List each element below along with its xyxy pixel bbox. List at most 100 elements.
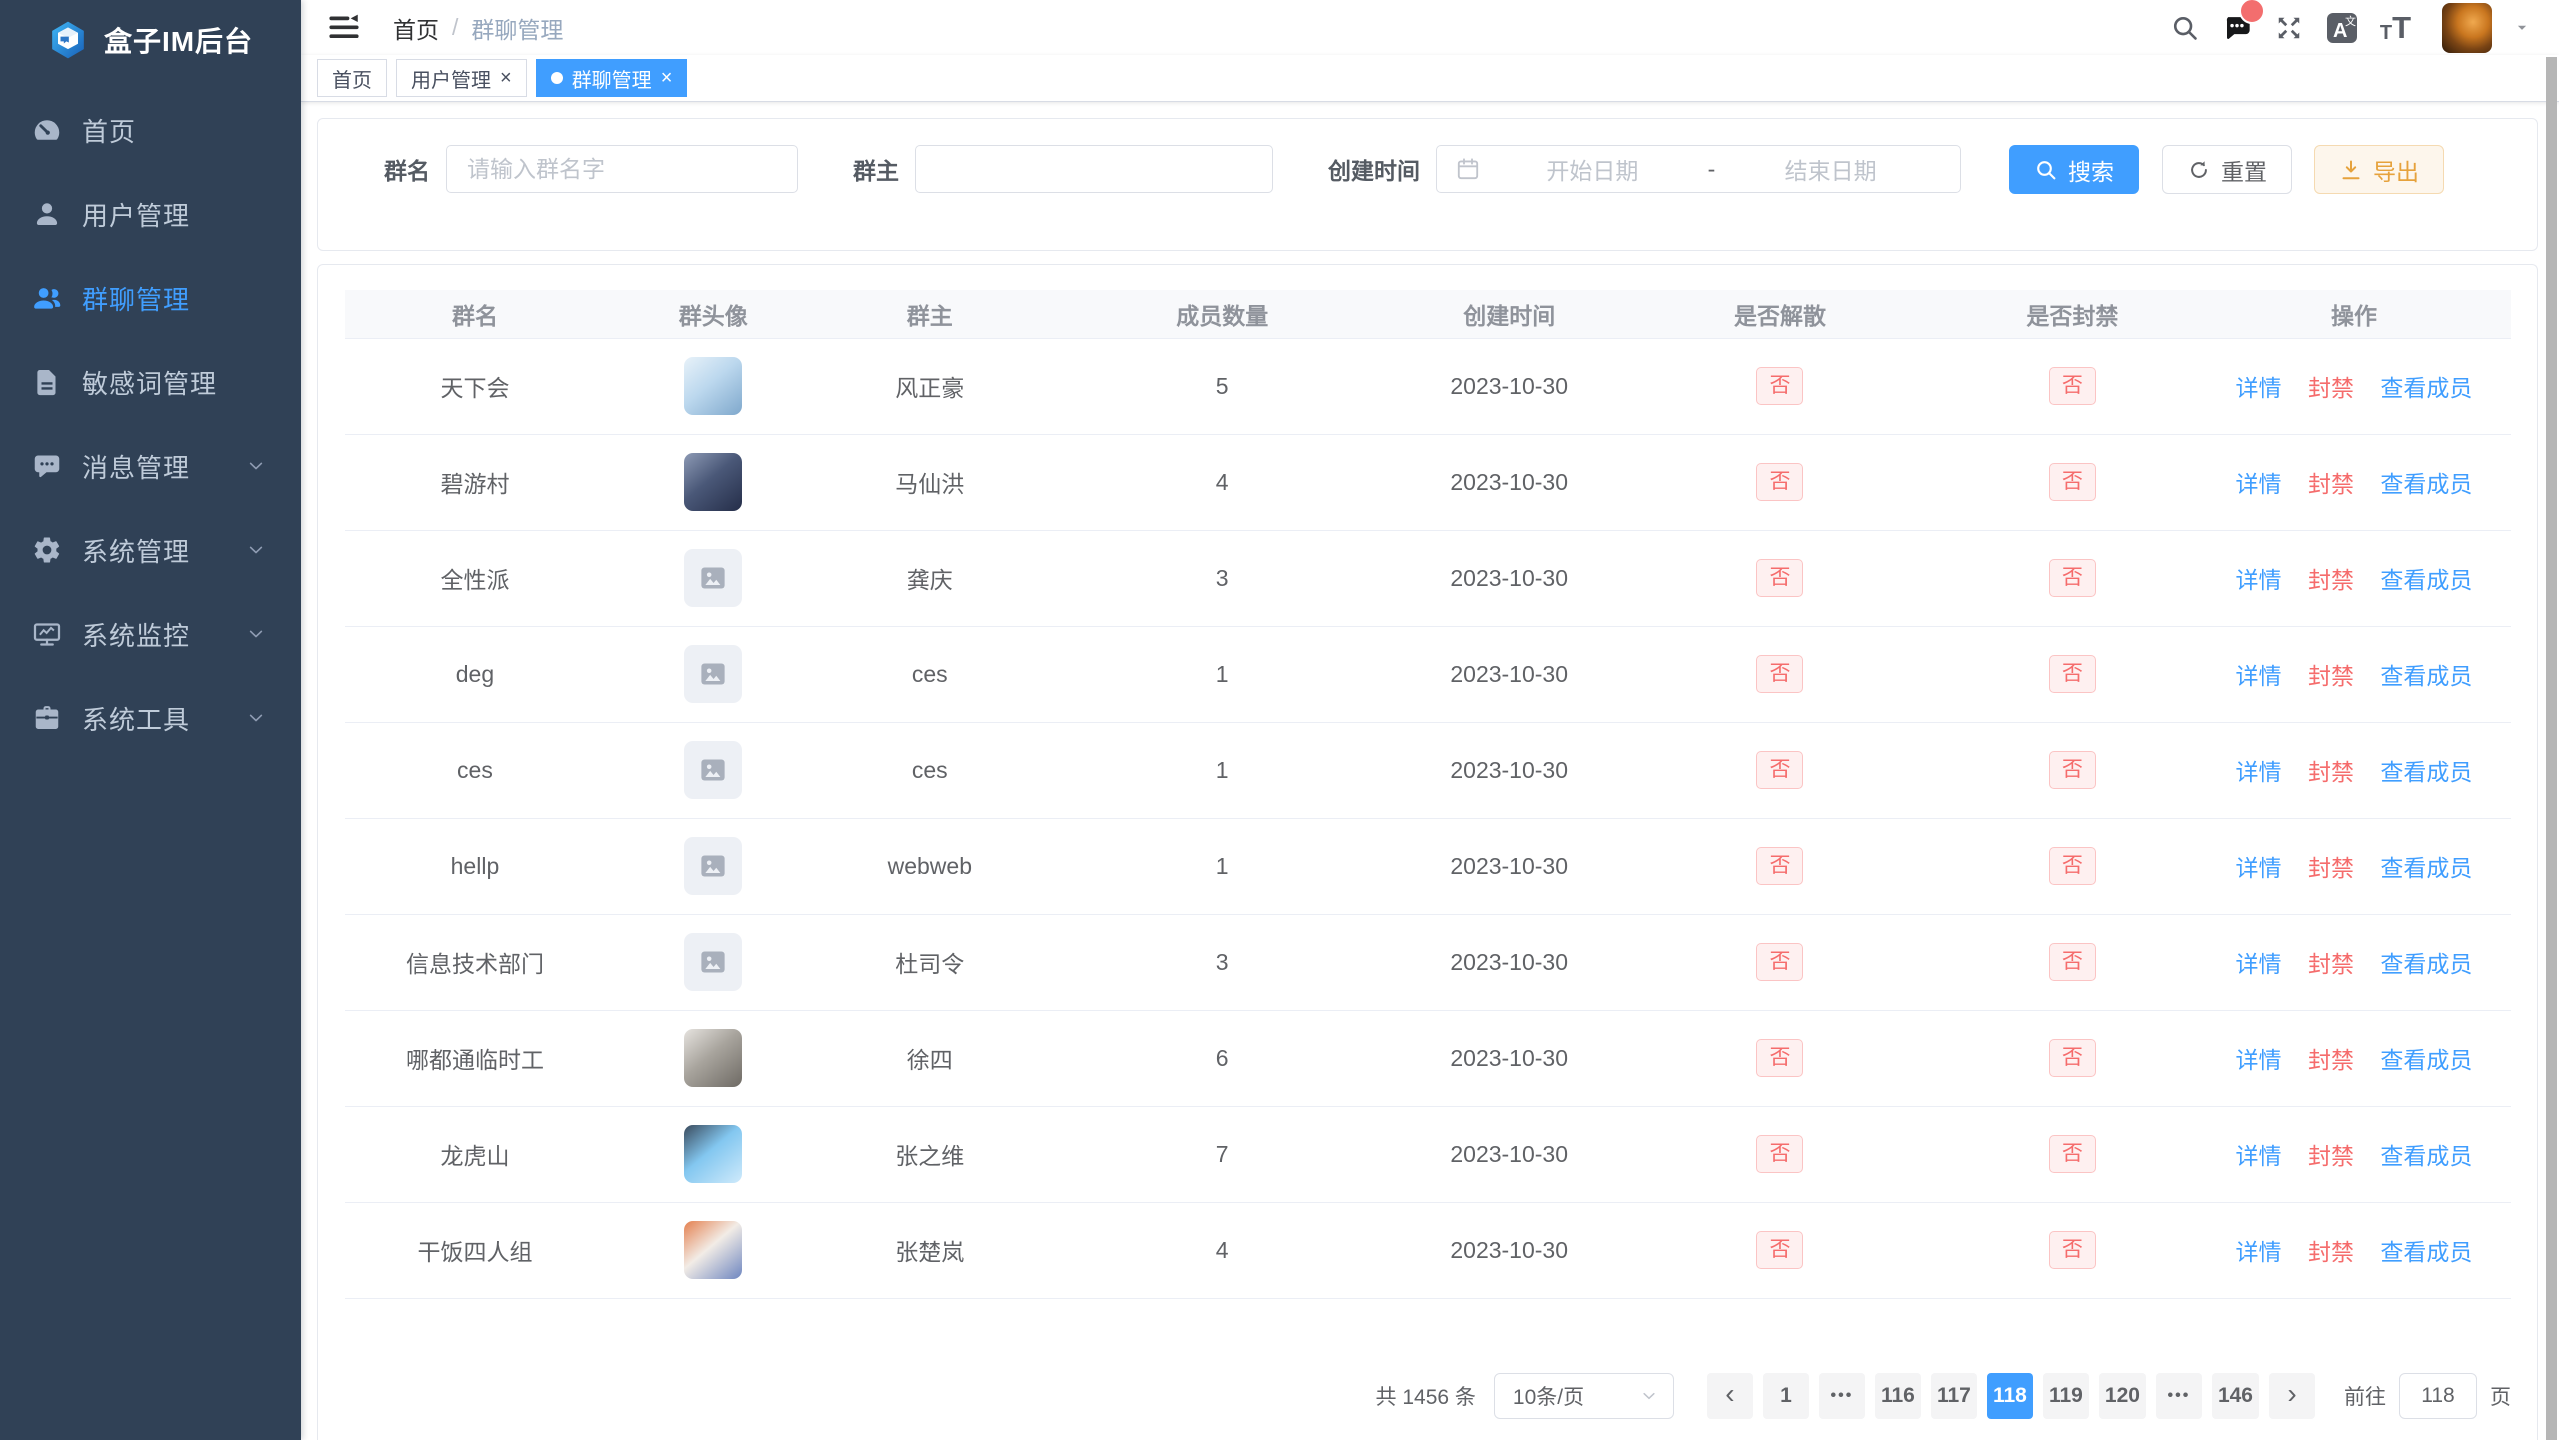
notification-badge xyxy=(2239,0,2265,24)
group-owner: 杜司令 xyxy=(895,951,964,977)
page-button[interactable]: 118 xyxy=(1987,1373,2033,1419)
search-icon[interactable] xyxy=(2170,13,2200,43)
table-row: 碧游村 马仙洪 4 2023-10-30 否 否 详情 封禁 查看成员 xyxy=(345,434,2511,530)
sidebar-collapse-icon[interactable] xyxy=(327,11,361,45)
group-avatar[interactable] xyxy=(684,357,742,415)
view-members-link[interactable]: 查看成员 xyxy=(2380,663,2472,689)
search-button[interactable]: 搜索 xyxy=(2009,145,2139,194)
export-button[interactable]: 导出 xyxy=(2314,145,2444,194)
user-menu-caret-icon[interactable] xyxy=(2513,19,2531,37)
page-next-button[interactable]: › xyxy=(2269,1373,2315,1419)
tab[interactable]: 群聊管理 × xyxy=(536,59,688,97)
sidebar-item-group-mgmt[interactable]: 群聊管理 xyxy=(0,256,301,340)
group-avatar[interactable] xyxy=(684,453,742,511)
detail-link[interactable]: 详情 xyxy=(2236,951,2282,977)
banned-badge: 否 xyxy=(2049,367,2096,405)
start-date-input[interactable]: 开始日期 xyxy=(1481,152,1704,186)
page-more-button[interactable]: ••• xyxy=(1819,1373,1865,1419)
date-range-picker[interactable]: 开始日期 - 结束日期 xyxy=(1436,145,1961,193)
detail-link[interactable]: 详情 xyxy=(2236,1143,2282,1169)
ban-link[interactable]: 封禁 xyxy=(2308,375,2354,401)
page-more-button[interactable]: ••• xyxy=(2156,1373,2202,1419)
reset-button-label: 重置 xyxy=(2221,153,2267,187)
group-avatar[interactable] xyxy=(684,741,742,799)
view-members-link[interactable]: 查看成员 xyxy=(2380,471,2472,497)
page-button[interactable]: 1 xyxy=(1763,1373,1809,1419)
fullscreen-icon[interactable] xyxy=(2274,13,2304,43)
detail-link[interactable]: 详情 xyxy=(2236,855,2282,881)
ban-link[interactable]: 封禁 xyxy=(2308,663,2354,689)
app-logo[interactable]: 盒子IM后台 xyxy=(0,0,301,80)
page-button[interactable]: 146 xyxy=(2212,1373,2259,1419)
page-button[interactable]: 120 xyxy=(2099,1373,2146,1419)
detail-link[interactable]: 详情 xyxy=(2236,471,2282,497)
detail-link[interactable]: 详情 xyxy=(2236,663,2282,689)
sidebar-item-message-mgmt[interactable]: 消息管理 xyxy=(0,424,301,508)
detail-link[interactable]: 详情 xyxy=(2236,567,2282,593)
page-size-select[interactable]: 10条/页 xyxy=(1494,1373,1674,1419)
goto-page-input[interactable] xyxy=(2399,1373,2477,1419)
ban-link[interactable]: 封禁 xyxy=(2308,567,2354,593)
page-button[interactable]: 116 xyxy=(1875,1373,1921,1419)
reset-button[interactable]: 重置 xyxy=(2162,145,2292,194)
view-members-link[interactable]: 查看成员 xyxy=(2380,1239,2472,1265)
breadcrumb-home[interactable]: 首页 xyxy=(393,11,439,45)
group-name-input[interactable] xyxy=(446,145,798,193)
tab[interactable]: 首页 xyxy=(317,59,387,97)
ban-link[interactable]: 封禁 xyxy=(2308,1047,2354,1073)
dissolved-badge: 否 xyxy=(1756,1231,1803,1269)
ban-link[interactable]: 封禁 xyxy=(2308,759,2354,785)
tab-close-icon[interactable]: × xyxy=(500,68,512,88)
end-date-input[interactable]: 结束日期 xyxy=(1719,152,1942,186)
ban-link[interactable]: 封禁 xyxy=(2308,1143,2354,1169)
view-members-link[interactable]: 查看成员 xyxy=(2380,567,2472,593)
group-avatar[interactable] xyxy=(684,1221,742,1279)
view-members-link[interactable]: 查看成员 xyxy=(2380,1143,2472,1169)
owner-input[interactable] xyxy=(915,145,1273,193)
group-avatar[interactable] xyxy=(684,1125,742,1183)
tab[interactable]: 用户管理 × xyxy=(396,59,527,97)
sidebar-item-label: 首页 xyxy=(82,112,267,149)
table-row: hellp webweb 1 2023-10-30 否 否 详情 封禁 查看成员 xyxy=(345,818,2511,914)
group-avatar[interactable] xyxy=(684,837,742,895)
font-size-icon[interactable]: TT xyxy=(2380,12,2411,43)
sidebar-item-home[interactable]: 首页 xyxy=(0,88,301,172)
refresh-icon xyxy=(2187,158,2211,182)
search-button-icon xyxy=(2034,158,2058,182)
group-owner: 张楚岚 xyxy=(895,1239,964,1265)
page-prev-button[interactable]: ‹ xyxy=(1707,1373,1753,1419)
tab-close-icon[interactable]: × xyxy=(661,68,673,88)
sidebar-item-system-monitor[interactable]: 系统监控 xyxy=(0,592,301,676)
detail-link[interactable]: 详情 xyxy=(2236,1239,2282,1265)
sidebar-item-system-mgmt[interactable]: 系统管理 xyxy=(0,508,301,592)
view-members-link[interactable]: 查看成员 xyxy=(2380,759,2472,785)
ban-link[interactable]: 封禁 xyxy=(2308,951,2354,977)
ban-link[interactable]: 封禁 xyxy=(2308,855,2354,881)
group-avatar[interactable] xyxy=(684,549,742,607)
messages-button[interactable] xyxy=(2221,12,2253,44)
sidebar-item-system-tools[interactable]: 系统工具 xyxy=(0,676,301,760)
detail-link[interactable]: 详情 xyxy=(2236,375,2282,401)
window-scrollbar[interactable] xyxy=(2546,57,2557,1440)
sidebar-item-label: 敏感词管理 xyxy=(82,364,267,401)
ban-link[interactable]: 封禁 xyxy=(2308,471,2354,497)
member-count: 5 xyxy=(1216,373,1229,399)
view-members-link[interactable]: 查看成员 xyxy=(2380,375,2472,401)
table-column-header: 操作 xyxy=(2197,290,2511,338)
group-avatar[interactable] xyxy=(684,1029,742,1087)
language-icon[interactable]: A 文 xyxy=(2325,11,2359,45)
group-avatar[interactable] xyxy=(684,933,742,991)
view-members-link[interactable]: 查看成员 xyxy=(2380,855,2472,881)
user-avatar[interactable] xyxy=(2442,3,2492,53)
page-button[interactable]: 119 xyxy=(2043,1373,2089,1419)
ban-link[interactable]: 封禁 xyxy=(2308,1239,2354,1265)
page-button[interactable]: 117 xyxy=(1931,1373,1977,1419)
detail-link[interactable]: 详情 xyxy=(2236,1047,2282,1073)
sidebar-item-user-mgmt[interactable]: 用户管理 xyxy=(0,172,301,256)
view-members-link[interactable]: 查看成员 xyxy=(2380,951,2472,977)
view-members-link[interactable]: 查看成员 xyxy=(2380,1047,2472,1073)
group-avatar[interactable] xyxy=(684,645,742,703)
detail-link[interactable]: 详情 xyxy=(2236,759,2282,785)
breadcrumb-separator: / xyxy=(452,14,458,41)
sidebar-item-sensitive-words[interactable]: 敏感词管理 xyxy=(0,340,301,424)
